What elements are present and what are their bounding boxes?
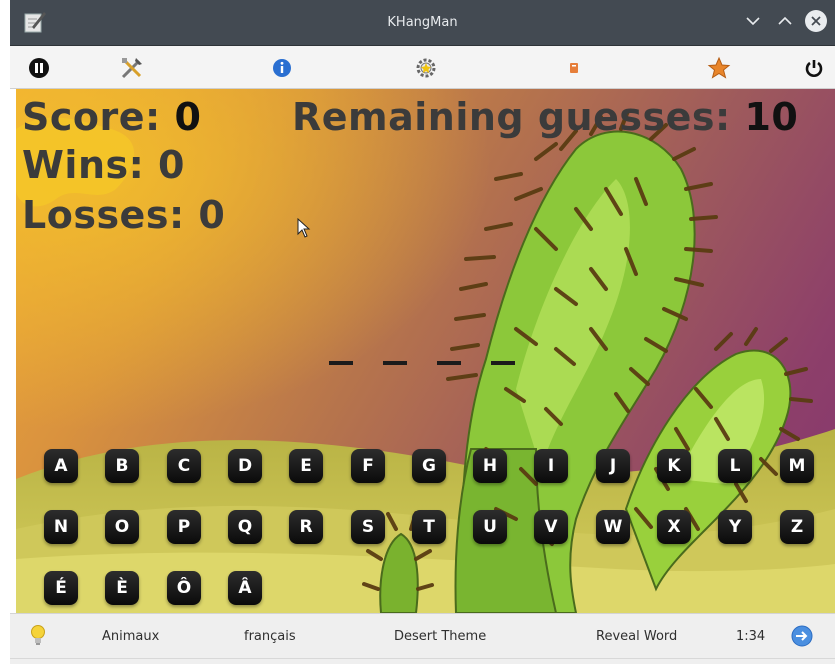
losses-display: Losses: 0 bbox=[22, 193, 225, 237]
wins-display: Wins: 0 bbox=[22, 143, 185, 187]
lightbulb-icon[interactable] bbox=[30, 624, 46, 650]
window-titlebar: KHangMan bbox=[10, 0, 835, 46]
letter-button[interactable]: V bbox=[534, 510, 568, 544]
losses-value: 0 bbox=[198, 193, 226, 237]
wins-value: 0 bbox=[158, 143, 185, 187]
game-board: Score: 0 Wins: 0 Losses: 0 Remaining gue… bbox=[16, 89, 835, 613]
arrow-right-icon[interactable] bbox=[791, 625, 813, 651]
letter-button[interactable]: I bbox=[534, 449, 568, 483]
letter-button[interactable]: Z bbox=[780, 510, 814, 544]
letter-blank bbox=[329, 361, 353, 365]
maximize-icon[interactable] bbox=[773, 9, 797, 33]
letter-button[interactable]: J bbox=[596, 449, 630, 483]
letter-button[interactable]: R bbox=[289, 510, 323, 544]
hidden-word bbox=[329, 361, 515, 365]
letter-button[interactable]: O bbox=[105, 510, 139, 544]
letter-button[interactable]: Ô bbox=[167, 571, 201, 605]
category-selector[interactable]: Animaux bbox=[102, 629, 159, 644]
timer: 1:34 bbox=[736, 629, 766, 644]
letter-button[interactable]: K bbox=[657, 449, 691, 483]
letter-button[interactable]: T bbox=[412, 510, 446, 544]
letter-button[interactable]: Q bbox=[228, 510, 262, 544]
letter-button[interactable]: Â bbox=[228, 571, 262, 605]
theme-selector[interactable]: Desert Theme bbox=[394, 629, 486, 644]
letter-button[interactable]: U bbox=[473, 510, 507, 544]
letter-button[interactable]: B bbox=[105, 449, 139, 483]
letter-button[interactable]: É bbox=[44, 571, 78, 605]
pause-icon[interactable] bbox=[25, 54, 53, 82]
letter-button[interactable]: D bbox=[228, 449, 262, 483]
letter-button[interactable]: N bbox=[44, 510, 78, 544]
letter-blank bbox=[383, 361, 407, 365]
letter-button[interactable]: P bbox=[167, 510, 201, 544]
letter-button[interactable]: X bbox=[657, 510, 691, 544]
minimize-icon[interactable] bbox=[741, 9, 765, 33]
score-display: Score: 0 bbox=[22, 95, 201, 139]
toolbar bbox=[10, 46, 835, 89]
remaining-guesses-value: 10 bbox=[744, 95, 799, 139]
losses-label: Losses: bbox=[22, 193, 185, 237]
star-icon[interactable] bbox=[705, 54, 733, 82]
pencil-paper-icon bbox=[24, 12, 46, 33]
close-icon[interactable] bbox=[805, 10, 827, 32]
letter-button[interactable]: È bbox=[105, 571, 139, 605]
language-selector[interactable]: français bbox=[244, 629, 296, 644]
letter-button[interactable]: S bbox=[351, 510, 385, 544]
letter-button[interactable]: M bbox=[780, 449, 814, 483]
reveal-word-button[interactable]: Reveal Word bbox=[596, 629, 677, 644]
score-value: 0 bbox=[174, 95, 202, 139]
info-icon[interactable] bbox=[268, 54, 296, 82]
letter-button[interactable]: E bbox=[289, 449, 323, 483]
book-icon[interactable] bbox=[560, 54, 588, 82]
letter-blank bbox=[437, 361, 461, 365]
letter-button[interactable]: H bbox=[473, 449, 507, 483]
statusbar: Animaux français Desert Theme Reveal Wor… bbox=[10, 613, 835, 664]
letter-button[interactable]: G bbox=[412, 449, 446, 483]
letter-button[interactable]: C bbox=[167, 449, 201, 483]
remaining-guesses-display: Remaining guesses: 10 bbox=[292, 95, 798, 139]
wins-label: Wins: bbox=[22, 143, 145, 187]
letter-button[interactable]: F bbox=[351, 449, 385, 483]
power-icon[interactable] bbox=[800, 54, 828, 82]
gear-star-icon[interactable] bbox=[412, 54, 440, 82]
statusbar-divider bbox=[10, 658, 835, 659]
letter-button[interactable]: A bbox=[44, 449, 78, 483]
tools-icon[interactable] bbox=[118, 54, 146, 82]
score-label: Score: bbox=[22, 95, 161, 139]
letter-button[interactable]: L bbox=[718, 449, 752, 483]
letter-blank bbox=[491, 361, 515, 365]
remaining-guesses-label: Remaining guesses: bbox=[292, 95, 731, 139]
letter-button[interactable]: Y bbox=[718, 510, 752, 544]
mouse-cursor-icon bbox=[297, 218, 311, 238]
letter-button[interactable]: W bbox=[596, 510, 630, 544]
window-title: KHangMan bbox=[387, 15, 458, 30]
